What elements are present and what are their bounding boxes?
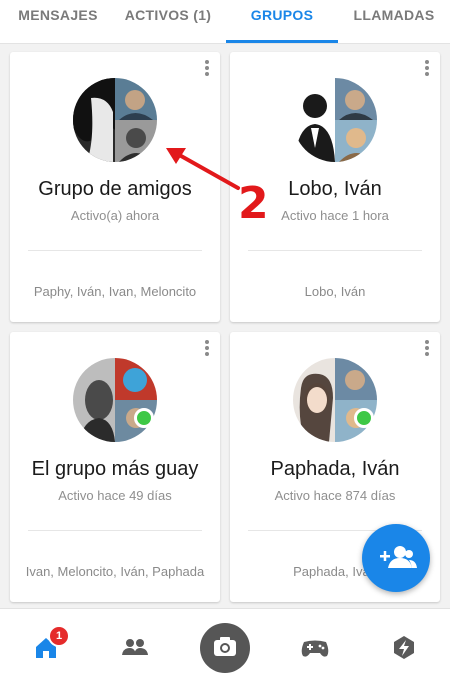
tab-llamadas[interactable]: LLAMADAS [340,0,448,44]
game-controller-icon[interactable] [295,627,335,667]
divider [248,250,422,251]
top-tabs: MENSAJES ACTIVOS (1) GRUPOS LLAMADAS [0,0,450,44]
discover-icon[interactable] [384,627,424,667]
annotation-number: 2 [238,178,269,229]
group-members: Ivan, Meloncito, Iván, Paphada [25,564,205,579]
group-card[interactable]: El grupo más guay Activo hace 49 días Iv… [10,332,220,602]
new-group-button[interactable] [362,524,430,592]
divider [28,530,202,531]
group-status: Activo hace 874 días [274,488,396,503]
group-name: El grupo más guay [31,458,199,480]
group-name: Paphada, Iván [270,458,400,480]
notification-badge: 1 [48,625,70,647]
add-group-icon [380,546,417,568]
tab-mensajes[interactable]: MENSAJES [6,0,110,44]
group-members: Paphy, Iván, Ivan, Meloncito [33,284,197,299]
bottom-navigation: 1 [0,608,450,682]
camera-button[interactable] [200,623,250,673]
group-avatar [73,358,157,442]
divider [28,250,202,251]
group-avatar [73,78,157,162]
tab-grupos[interactable]: GRUPOS [226,0,338,44]
group-avatar [293,358,377,442]
more-options-icon[interactable] [424,340,430,358]
group-avatar [293,78,377,162]
more-options-icon[interactable] [204,60,210,78]
people-icon[interactable] [115,627,155,667]
online-indicator [134,408,154,428]
more-options-icon[interactable] [424,60,430,78]
tab-activos[interactable]: ACTIVOS (1) [112,0,224,44]
group-members: Lobo, Iván [304,284,366,299]
online-indicator [354,408,374,428]
camera-icon [214,637,236,656]
more-options-icon[interactable] [204,340,210,358]
active-tab-indicator [226,40,338,43]
group-status: Activo hace 49 días [58,488,172,503]
